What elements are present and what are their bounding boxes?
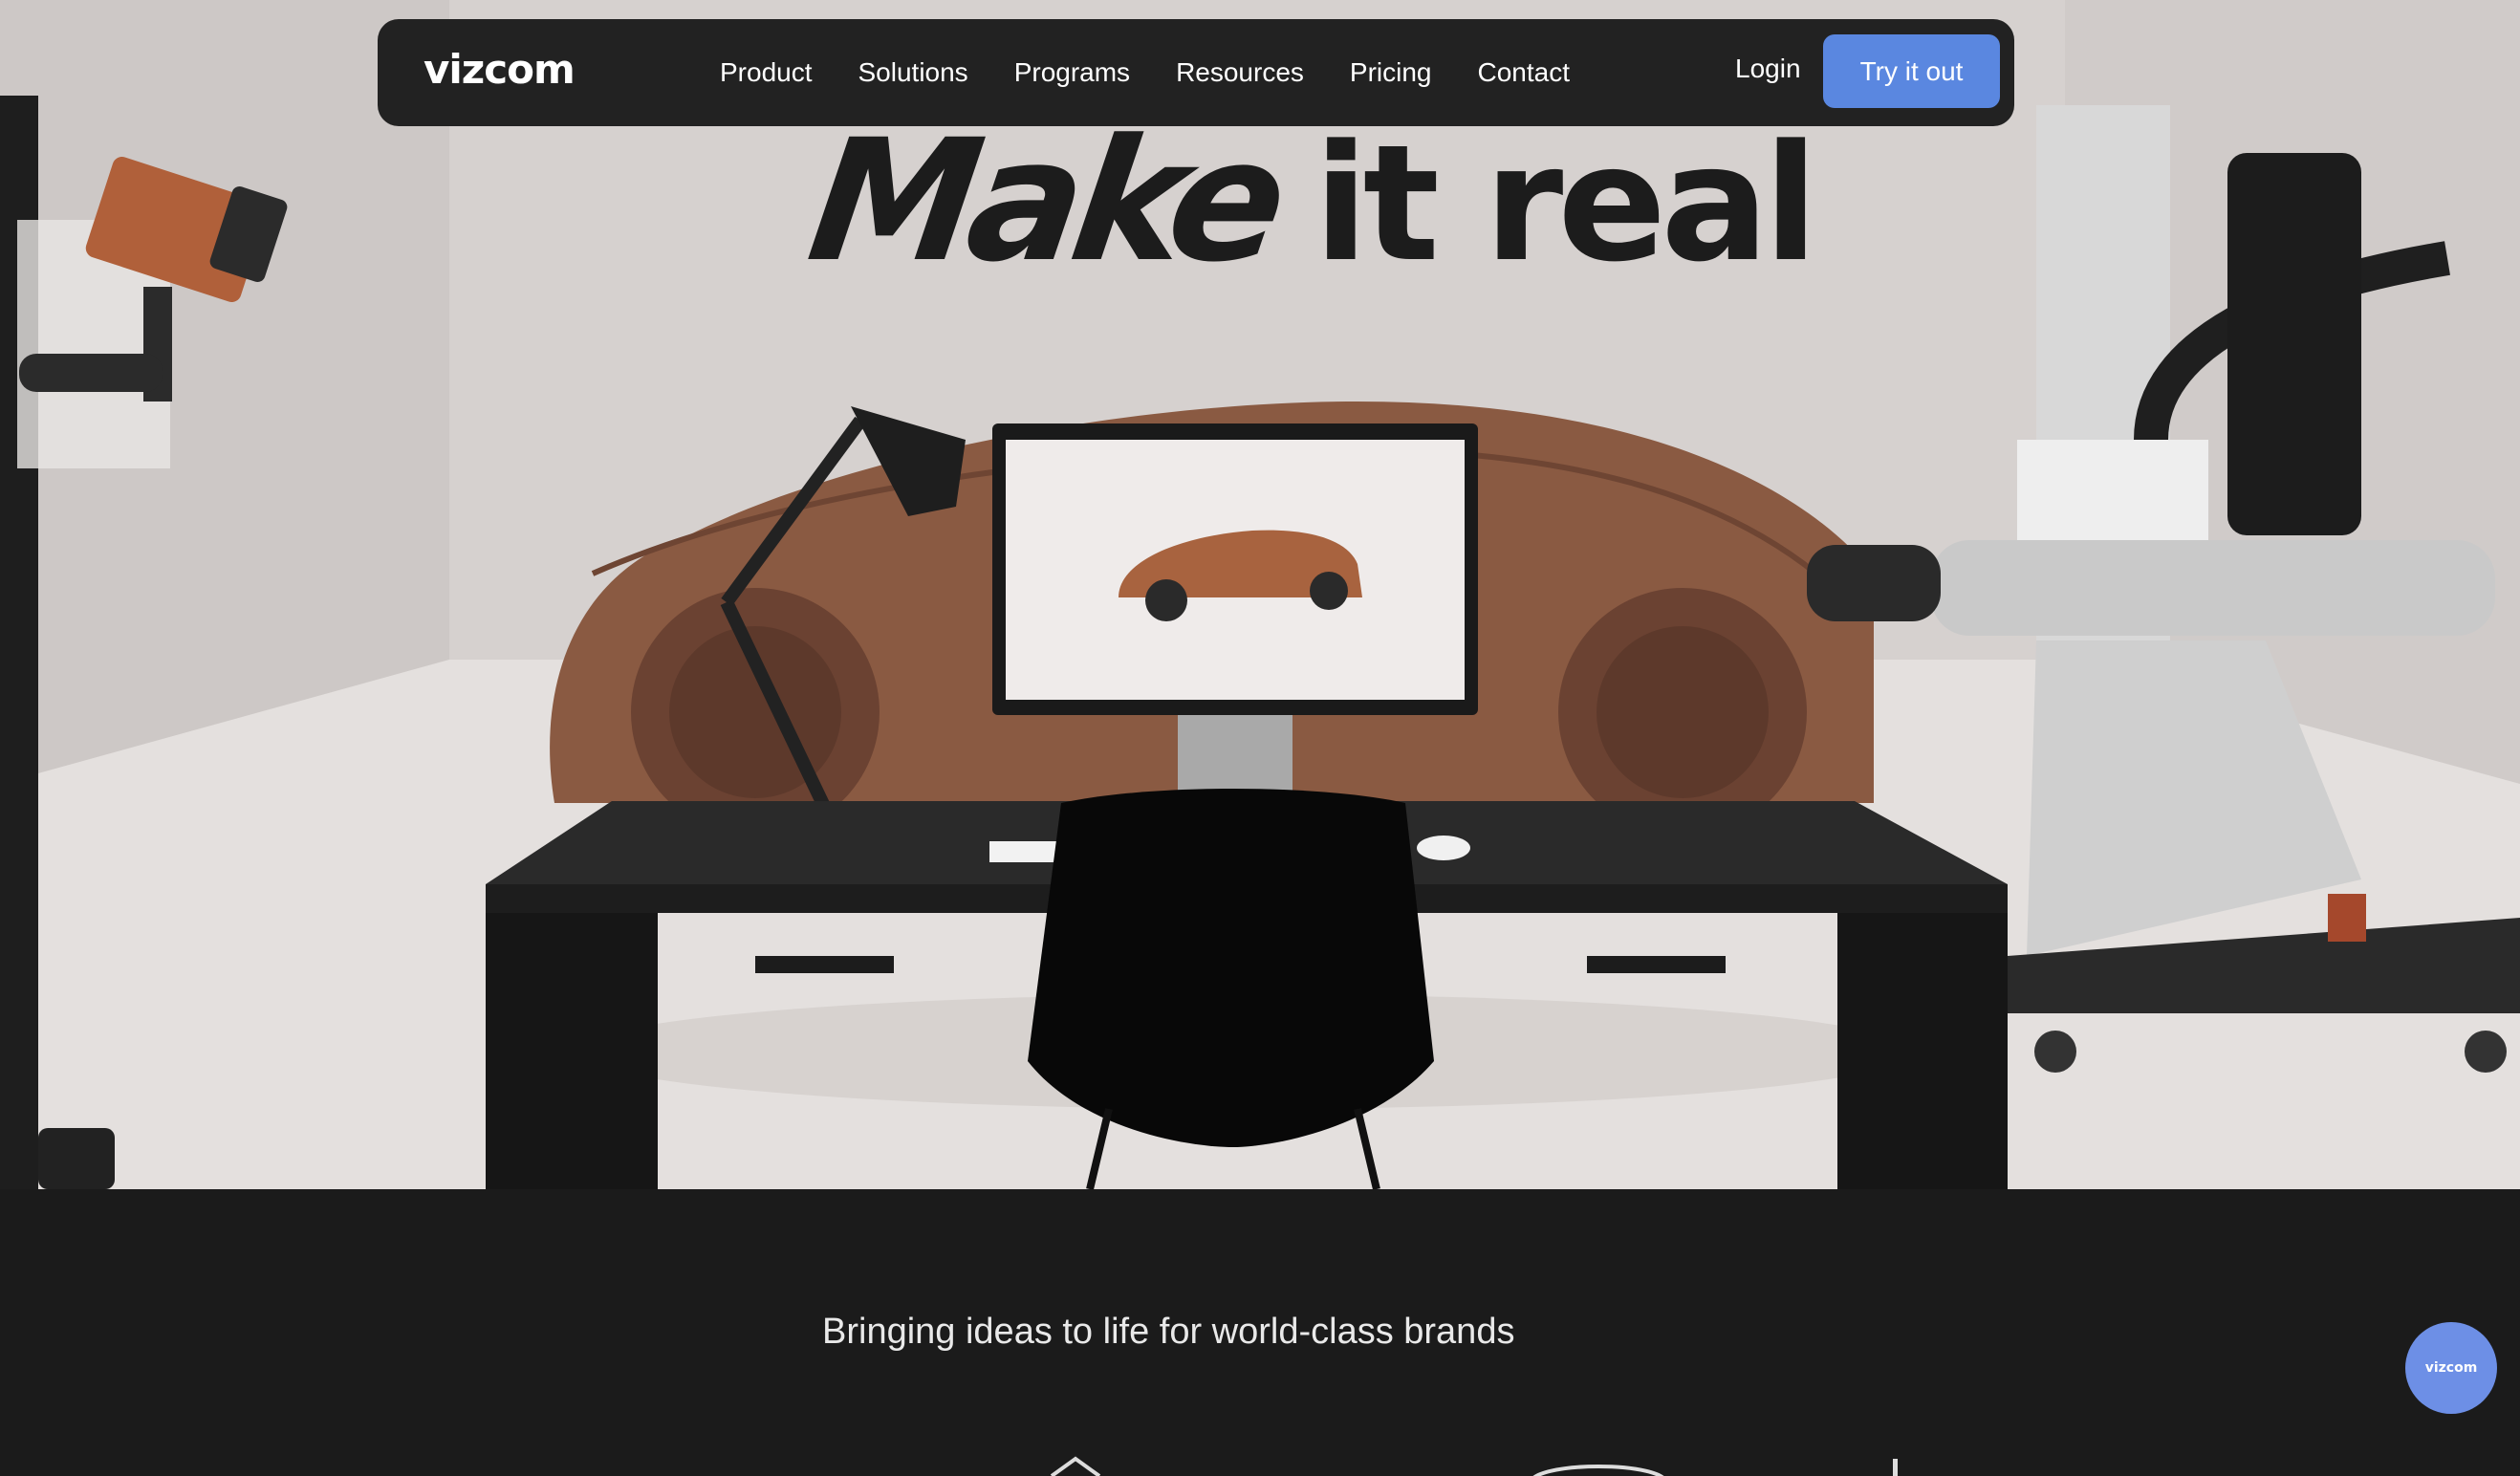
brands-heading: Bringing ideas to life for world-class b…	[822, 1312, 1515, 1352]
paper	[989, 841, 1056, 862]
nav-resources[interactable]: Resources	[1176, 57, 1304, 88]
nav-pricing[interactable]: Pricing	[1350, 57, 1432, 88]
nav-solutions[interactable]: Solutions	[858, 57, 968, 88]
nav-links: Product Solutions Programs Resources Pri…	[720, 19, 1616, 126]
headline-it-real: it real	[1314, 110, 1818, 297]
vizcom-logo[interactable]: vizcom	[424, 46, 576, 93]
login-link[interactable]: Login	[1735, 54, 1801, 84]
chair-corner-left	[38, 1128, 115, 1189]
hero-headline: Make it real	[799, 103, 1819, 299]
headline-make: Make	[798, 103, 1290, 299]
hero-scene: Make it real	[0, 0, 2520, 1189]
try-it-out-button[interactable]: Try it out	[1823, 34, 2000, 108]
chat-widget-icon[interactable]: vizcom	[2405, 1322, 2497, 1414]
mouse-icon	[1417, 836, 1470, 860]
nav-programs[interactable]: Programs	[1014, 57, 1130, 88]
nav-product[interactable]: Product	[720, 57, 813, 88]
top-navbar: vizcom Product Solutions Programs Resour…	[378, 19, 2014, 126]
nav-contact[interactable]: Contact	[1478, 57, 1571, 88]
brand-logos-icon	[1050, 1456, 1898, 1476]
brand-logos-strip	[0, 1453, 2520, 1476]
